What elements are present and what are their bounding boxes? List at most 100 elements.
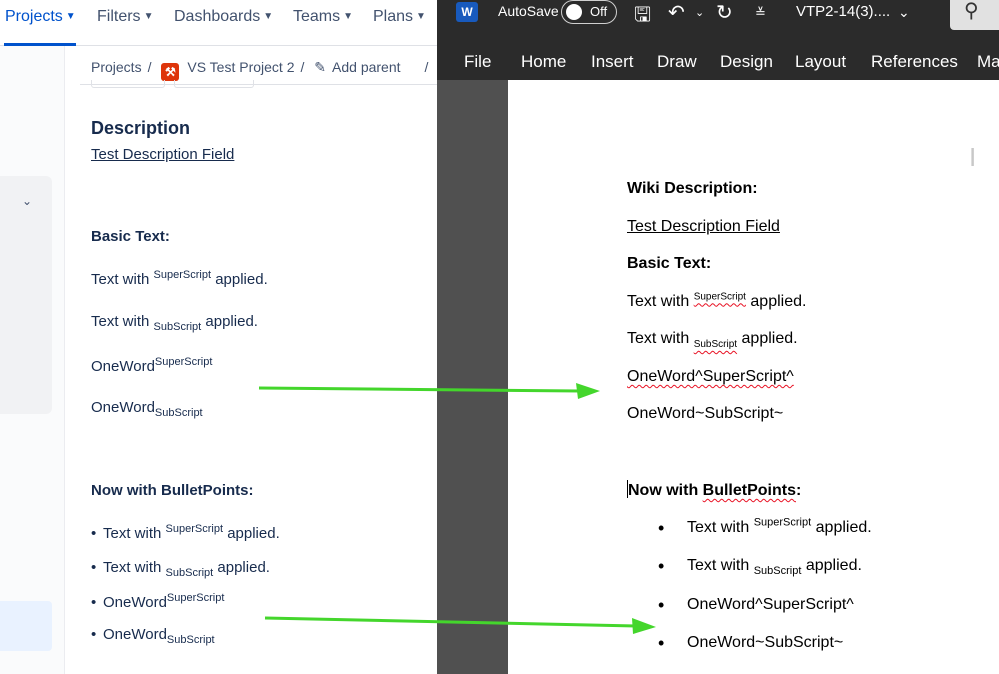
- basic-text-heading: Basic Text:: [91, 228, 170, 245]
- toolbar-button[interactable]: [91, 80, 165, 88]
- applied-text: applied.: [805, 557, 862, 574]
- text-with: Text with: [627, 293, 690, 310]
- nav-projects[interactable]: Projects ▼: [5, 8, 76, 26]
- text-with: Text with: [627, 330, 690, 347]
- toggle-state-label: Off: [590, 4, 608, 19]
- subscript-text: SubScript: [693, 339, 738, 351]
- text-with: Text with: [103, 525, 162, 542]
- heading-part: BulletPoints: [702, 482, 796, 499]
- subscript-text: SubScript: [753, 565, 802, 578]
- tab-mailings[interactable]: Ma: [977, 52, 999, 72]
- list-item: OneWordSuperScript: [91, 592, 225, 612]
- superscript-text: SuperScript: [693, 291, 746, 303]
- applied-text: applied.: [217, 559, 270, 576]
- tab-file[interactable]: File: [464, 52, 491, 72]
- nav-teams[interactable]: Teams ▼: [293, 8, 353, 26]
- list-item: Text with SuperScript applied.: [687, 517, 872, 537]
- oneword-subscript-raw: OneWord~SubScript~: [627, 405, 784, 422]
- list-item: OneWordSubScript: [91, 626, 215, 646]
- search-button[interactable]: ⚲: [950, 0, 999, 30]
- chevron-down-icon: ▼: [65, 11, 76, 22]
- nav-teams-label: Teams: [293, 8, 341, 25]
- description-link[interactable]: Test Description Field: [91, 146, 234, 163]
- autosave-toggle[interactable]: Off: [561, 0, 617, 24]
- breadcrumb-separator: /: [147, 59, 152, 75]
- heading-part: Now with: [628, 482, 703, 499]
- chevron-down-icon[interactable]: ⌄: [695, 6, 704, 19]
- oneword-text: OneWord: [103, 594, 167, 611]
- tab-layout[interactable]: Layout: [795, 52, 846, 72]
- breadcrumb: Projects / ⚒ VS Test Project 2 / ✎ Add paren…: [91, 59, 434, 81]
- tab-draw[interactable]: Draw: [657, 52, 697, 72]
- superscript-text: SuperScript: [166, 592, 225, 604]
- text-subscript-line: Text with SubScript applied.: [627, 330, 798, 351]
- bullet-icon: •: [658, 633, 665, 653]
- document-name[interactable]: VTP2-14(3)....: [796, 3, 890, 20]
- breadcrumb-project[interactable]: VS Test Project 2: [187, 59, 294, 75]
- superscript-text: SuperScript: [165, 523, 224, 535]
- text-superscript-line: Text with SuperScript applied.: [627, 291, 806, 311]
- chevron-down-icon: ▼: [416, 11, 426, 22]
- oneword-text: OneWord: [103, 626, 167, 643]
- nav-filters[interactable]: Filters ▼: [97, 8, 153, 26]
- breadcrumb-add-parent[interactable]: Add parent: [332, 59, 401, 75]
- chevron-down-icon: ▼: [343, 11, 354, 22]
- ribbon-tabs: File Home Insert Draw Design Layout Refe…: [437, 44, 999, 80]
- heading-part: :: [796, 482, 802, 499]
- text-with: Text with: [103, 559, 162, 576]
- breadcrumb-projects[interactable]: Projects: [91, 59, 142, 75]
- undo-icon[interactable]: ↶: [668, 0, 685, 25]
- customize-toolbar-icon[interactable]: ≚: [755, 5, 766, 21]
- sidebar-group: [0, 176, 52, 414]
- tab-design[interactable]: Design: [720, 52, 773, 72]
- list-item: Text with SuperScript applied.: [91, 523, 280, 543]
- applied-text: applied.: [215, 271, 268, 288]
- applied-text: applied.: [227, 525, 280, 542]
- oneword-superscript-raw: OneWord^SuperScript^: [627, 368, 794, 385]
- jira-sidebar: ⌄: [0, 46, 65, 674]
- bullet-icon: •: [658, 595, 665, 615]
- pencil-icon: ✎: [314, 59, 327, 75]
- oneword-text: OneWord: [91, 399, 155, 416]
- text-with: Text with: [91, 313, 150, 330]
- nav-plans[interactable]: Plans ▼: [373, 8, 426, 26]
- toolbar-button[interactable]: [174, 80, 254, 88]
- sidebar-selected-item[interactable]: [0, 601, 52, 651]
- basic-text-heading: Basic Text:: [627, 255, 712, 272]
- wiki-description-heading: Wiki Description:: [627, 180, 758, 197]
- subscript-text: SubScript: [165, 567, 214, 579]
- subscript-text: SubScript: [154, 407, 203, 419]
- chevron-down-icon: ▼: [143, 11, 154, 22]
- list-item: OneWord~SubScript~: [687, 634, 844, 651]
- redo-icon[interactable]: ↻: [716, 0, 733, 25]
- save-icon[interactable]: 🖫: [634, 0, 651, 34]
- text-subscript-line: Text with SubScript applied.: [91, 313, 258, 333]
- breadcrumb-separator: /: [424, 59, 429, 75]
- chevron-down-icon[interactable]: ⌄: [22, 194, 32, 208]
- tab-insert[interactable]: Insert: [591, 52, 634, 72]
- toggle-knob: [566, 4, 582, 20]
- oneword-text: OneWord: [91, 358, 155, 375]
- word-window: W AutoSave Off 🖫 ↶ ⌄ ↻ ≚ VTP2-14(3).... …: [437, 0, 999, 674]
- search-icon: ⚲: [964, 0, 979, 22]
- bulletpoints-heading: Now with BulletPoints:: [627, 480, 801, 500]
- chevron-down-icon[interactable]: ⌄: [898, 4, 910, 21]
- nav-dashboards[interactable]: Dashboards ▼: [174, 8, 273, 26]
- nav-plans-label: Plans: [373, 8, 414, 25]
- text-with: Text with: [687, 557, 750, 574]
- autosave-label: AutoSave: [498, 3, 559, 19]
- tab-home[interactable]: Home: [521, 52, 566, 72]
- text-with: Text with: [687, 519, 750, 536]
- tab-references[interactable]: References: [871, 52, 958, 72]
- applied-text: applied.: [741, 330, 798, 347]
- applied-text: applied.: [205, 313, 258, 330]
- breadcrumb-separator: /: [300, 59, 305, 75]
- oneword-superscript-line: OneWordSuperScript: [91, 357, 212, 376]
- chevron-down-icon: ▼: [263, 11, 274, 22]
- applied-text: applied.: [815, 519, 872, 536]
- text-superscript-line: Text with SuperScript applied.: [91, 269, 268, 289]
- description-link[interactable]: Test Description Field: [627, 218, 780, 236]
- subscript-text: SubScript: [166, 634, 215, 646]
- nav-filters-label: Filters: [97, 8, 141, 25]
- superscript-text: SuperScript: [153, 269, 212, 281]
